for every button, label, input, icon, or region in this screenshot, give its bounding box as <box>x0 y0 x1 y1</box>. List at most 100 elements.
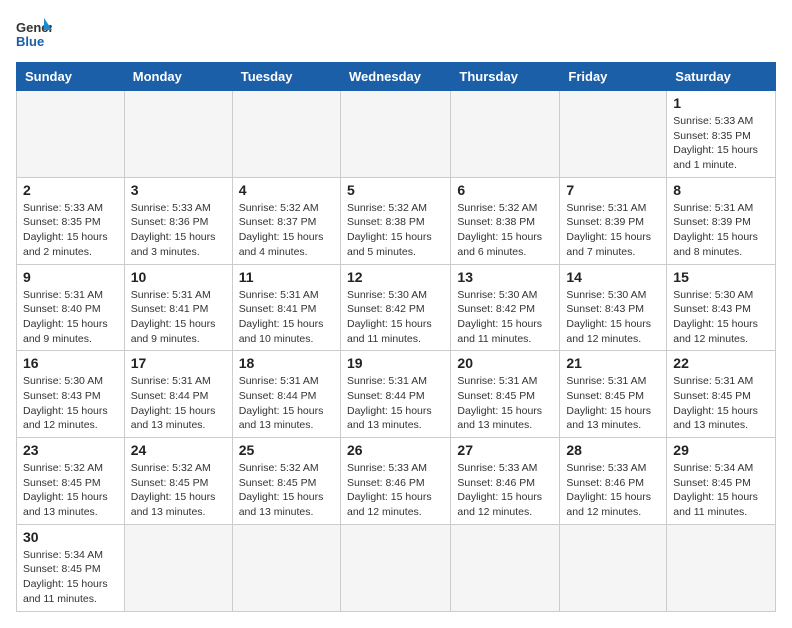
day-info: Sunrise: 5:33 AM Sunset: 8:36 PM Dayligh… <box>131 201 226 260</box>
day-info: Sunrise: 5:31 AM Sunset: 8:45 PM Dayligh… <box>566 374 660 433</box>
calendar-cell: 27Sunrise: 5:33 AM Sunset: 8:46 PM Dayli… <box>451 438 560 525</box>
day-number: 28 <box>566 442 660 458</box>
day-info: Sunrise: 5:33 AM Sunset: 8:46 PM Dayligh… <box>347 461 444 520</box>
week-row-4: 16 Sunrise: 5:30 AM Sunset: 8:43 PM Dayli… <box>17 351 776 438</box>
week-row-6: 30Sunrise: 5:34 AM Sunset: 8:45 PM Dayli… <box>17 524 776 611</box>
calendar-cell <box>340 91 450 178</box>
day-info: Sunrise: 5:31 AM Sunset: 8:44 PM Dayligh… <box>131 374 226 433</box>
calendar-cell: 18 Sunrise: 5:31 AM Sunset: 8:44 PM Dayli… <box>232 351 340 438</box>
calendar-cell <box>17 91 125 178</box>
weekday-tuesday: Tuesday <box>232 63 340 91</box>
day-info: Sunrise: 5:34 AM Sunset: 8:45 PM Dayligh… <box>673 461 769 520</box>
calendar-cell <box>124 524 232 611</box>
calendar-cell: 10Sunrise: 5:31 AM Sunset: 8:41 PM Dayli… <box>124 264 232 351</box>
day-number: 13 <box>457 269 553 285</box>
calendar-cell: 22 Sunrise: 5:31 AM Sunset: 8:45 PM Dayli… <box>667 351 776 438</box>
calendar-cell: 7 Sunrise: 5:31 AM Sunset: 8:39 PM Daylig… <box>560 177 667 264</box>
day-info: Sunrise: 5:33 AM Sunset: 8:46 PM Dayligh… <box>457 461 553 520</box>
day-number: 3 <box>131 182 226 198</box>
day-info: Sunrise: 5:30 AM Sunset: 8:43 PM Dayligh… <box>23 374 118 433</box>
day-info: Sunrise: 5:32 AM Sunset: 8:38 PM Dayligh… <box>457 201 553 260</box>
day-number: 9 <box>23 269 118 285</box>
page-header: General Blue <box>16 16 776 52</box>
calendar-cell: 26 Sunrise: 5:33 AM Sunset: 8:46 PM Dayli… <box>340 438 450 525</box>
day-info: Sunrise: 5:31 AM Sunset: 8:44 PM Dayligh… <box>347 374 444 433</box>
calendar-cell: 25Sunrise: 5:32 AM Sunset: 8:45 PM Dayli… <box>232 438 340 525</box>
day-number: 15 <box>673 269 769 285</box>
weekday-friday: Friday <box>560 63 667 91</box>
day-info: Sunrise: 5:31 AM Sunset: 8:45 PM Dayligh… <box>457 374 553 433</box>
calendar-cell: 23 Sunrise: 5:32 AM Sunset: 8:45 PM Dayli… <box>17 438 125 525</box>
day-number: 26 <box>347 442 444 458</box>
day-info: Sunrise: 5:32 AM Sunset: 8:45 PM Dayligh… <box>23 461 118 520</box>
day-number: 7 <box>566 182 660 198</box>
day-number: 6 <box>457 182 553 198</box>
day-info: Sunrise: 5:30 AM Sunset: 8:42 PM Dayligh… <box>347 288 444 347</box>
day-info: Sunrise: 5:30 AM Sunset: 8:43 PM Dayligh… <box>673 288 769 347</box>
calendar-cell: 21Sunrise: 5:31 AM Sunset: 8:45 PM Dayli… <box>560 351 667 438</box>
day-info: Sunrise: 5:31 AM Sunset: 8:39 PM Dayligh… <box>566 201 660 260</box>
week-row-2: 2 Sunrise: 5:33 AM Sunset: 8:35 PM Daylig… <box>17 177 776 264</box>
day-info: Sunrise: 5:30 AM Sunset: 8:43 PM Dayligh… <box>566 288 660 347</box>
day-info: Sunrise: 5:31 AM Sunset: 8:41 PM Dayligh… <box>239 288 334 347</box>
calendar-cell: 29Sunrise: 5:34 AM Sunset: 8:45 PM Dayli… <box>667 438 776 525</box>
calendar-table: SundayMondayTuesdayWednesdayThursdayFrid… <box>16 62 776 612</box>
day-number: 20 <box>457 355 553 371</box>
day-info: Sunrise: 5:32 AM Sunset: 8:38 PM Dayligh… <box>347 201 444 260</box>
calendar-cell: 1 Sunrise: 5:33 AM Sunset: 8:35 PM Daylig… <box>667 91 776 178</box>
day-number: 10 <box>131 269 226 285</box>
day-info: Sunrise: 5:33 AM Sunset: 8:35 PM Dayligh… <box>673 114 769 173</box>
day-info: Sunrise: 5:33 AM Sunset: 8:35 PM Dayligh… <box>23 201 118 260</box>
calendar-cell: 9 Sunrise: 5:31 AM Sunset: 8:40 PM Daylig… <box>17 264 125 351</box>
day-number: 12 <box>347 269 444 285</box>
calendar-cell: 19 Sunrise: 5:31 AM Sunset: 8:44 PM Dayli… <box>340 351 450 438</box>
day-number: 1 <box>673 95 769 111</box>
day-number: 5 <box>347 182 444 198</box>
weekday-thursday: Thursday <box>451 63 560 91</box>
weekday-monday: Monday <box>124 63 232 91</box>
calendar-cell: 28 Sunrise: 5:33 AM Sunset: 8:46 PM Dayli… <box>560 438 667 525</box>
calendar-cell: 5 Sunrise: 5:32 AM Sunset: 8:38 PM Daylig… <box>340 177 450 264</box>
week-row-1: 1 Sunrise: 5:33 AM Sunset: 8:35 PM Daylig… <box>17 91 776 178</box>
day-number: 2 <box>23 182 118 198</box>
calendar-cell: 11 Sunrise: 5:31 AM Sunset: 8:41 PM Dayli… <box>232 264 340 351</box>
day-info: Sunrise: 5:31 AM Sunset: 8:44 PM Dayligh… <box>239 374 334 433</box>
day-info: Sunrise: 5:32 AM Sunset: 8:45 PM Dayligh… <box>239 461 334 520</box>
calendar-cell: 24Sunrise: 5:32 AM Sunset: 8:45 PM Dayli… <box>124 438 232 525</box>
day-number: 8 <box>673 182 769 198</box>
calendar-cell: 2 Sunrise: 5:33 AM Sunset: 8:35 PM Daylig… <box>17 177 125 264</box>
day-number: 22 <box>673 355 769 371</box>
calendar-cell <box>232 524 340 611</box>
day-info: Sunrise: 5:32 AM Sunset: 8:45 PM Dayligh… <box>131 461 226 520</box>
calendar-cell: 13 Sunrise: 5:30 AM Sunset: 8:42 PM Dayli… <box>451 264 560 351</box>
calendar-cell: 4Sunrise: 5:32 AM Sunset: 8:37 PM Daylig… <box>232 177 340 264</box>
day-number: 19 <box>347 355 444 371</box>
calendar-cell: 8Sunrise: 5:31 AM Sunset: 8:39 PM Daylig… <box>667 177 776 264</box>
week-row-5: 23 Sunrise: 5:32 AM Sunset: 8:45 PM Dayli… <box>17 438 776 525</box>
day-number: 11 <box>239 269 334 285</box>
day-number: 23 <box>23 442 118 458</box>
day-info: Sunrise: 5:30 AM Sunset: 8:42 PM Dayligh… <box>457 288 553 347</box>
day-number: 18 <box>239 355 334 371</box>
weekday-wednesday: Wednesday <box>340 63 450 91</box>
calendar-cell <box>340 524 450 611</box>
day-number: 17 <box>131 355 226 371</box>
calendar-body: 1 Sunrise: 5:33 AM Sunset: 8:35 PM Daylig… <box>17 91 776 612</box>
calendar-cell <box>124 91 232 178</box>
day-number: 14 <box>566 269 660 285</box>
calendar-cell <box>560 91 667 178</box>
day-info: Sunrise: 5:34 AM Sunset: 8:45 PM Dayligh… <box>23 548 118 607</box>
calendar-cell: 3 Sunrise: 5:33 AM Sunset: 8:36 PM Daylig… <box>124 177 232 264</box>
calendar-cell <box>451 91 560 178</box>
weekday-saturday: Saturday <box>667 63 776 91</box>
logo: General Blue <box>16 16 52 52</box>
day-number: 16 <box>23 355 118 371</box>
weekday-sunday: Sunday <box>17 63 125 91</box>
calendar-cell <box>560 524 667 611</box>
day-info: Sunrise: 5:33 AM Sunset: 8:46 PM Dayligh… <box>566 461 660 520</box>
day-info: Sunrise: 5:31 AM Sunset: 8:45 PM Dayligh… <box>673 374 769 433</box>
calendar-cell: 16 Sunrise: 5:30 AM Sunset: 8:43 PM Dayli… <box>17 351 125 438</box>
day-info: Sunrise: 5:31 AM Sunset: 8:40 PM Dayligh… <box>23 288 118 347</box>
calendar-cell: 14 Sunrise: 5:30 AM Sunset: 8:43 PM Dayli… <box>560 264 667 351</box>
calendar-cell: 20 Sunrise: 5:31 AM Sunset: 8:45 PM Dayli… <box>451 351 560 438</box>
